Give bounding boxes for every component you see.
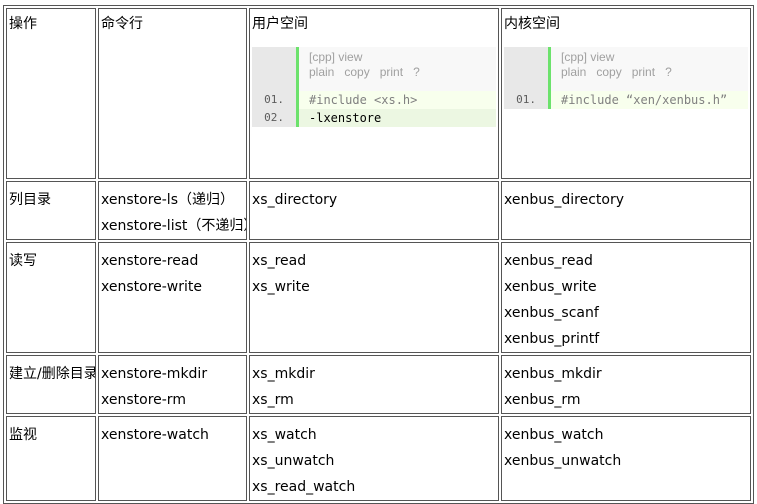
op-cell: 监视 — [6, 416, 96, 501]
op-cell: 读写 — [6, 242, 96, 353]
code-help-link[interactable]: ? — [413, 65, 420, 79]
code-lang-link[interactable]: [cpp] — [309, 50, 335, 64]
api-table: 操作 命令行 用户空间 [cpp] view plain copy print? 0… — [3, 5, 754, 504]
code-block-kernel: [cpp] view plain copy print? 01. #include … — [504, 47, 748, 109]
kernel-cell: xenbus_watch xenbus_unwatch — [501, 416, 751, 501]
code-block-user: [cpp] view plain copy print? 01. #include … — [252, 47, 496, 127]
code-plain-link[interactable]: plain — [309, 65, 334, 79]
code-text: -lxenstore — [299, 109, 496, 127]
code-print-link[interactable]: print — [632, 65, 655, 79]
kernel-cell: xenbus_mkdir xenbus_rm — [501, 355, 751, 414]
table-row: 监视 xenstore-watch xs_watch xs_unwatch xs… — [6, 416, 751, 501]
cli-cell: xenstore-read xenstore-write — [98, 242, 247, 353]
kernel-cell: xenbus_directory — [501, 181, 751, 240]
code-view-link[interactable]: view — [338, 50, 362, 64]
code-line: 01. #include “xen/xenbus.h” — [504, 91, 748, 109]
user-cell: xs_directory — [249, 181, 499, 240]
op-cell: 列目录 — [6, 181, 96, 240]
table-row: 列目录 xenstore-ls（递归） xenstore-list（不递归） x… — [6, 181, 751, 240]
header-kernel-label: 内核空间 — [504, 16, 560, 32]
code-copy-link[interactable]: copy — [344, 65, 369, 79]
op-cell: 建立/删除目录 — [6, 355, 96, 414]
code-help-link[interactable]: ? — [665, 65, 672, 79]
line-number: 01. — [504, 91, 548, 109]
table-row: 读写 xenstore-read xenstore-write xs_read … — [6, 242, 751, 353]
code-line: 02. -lxenstore — [252, 109, 496, 127]
table-row: 建立/删除目录 xenstore-mkdir xenstore-rm xs_mk… — [6, 355, 751, 414]
code-lang-link[interactable]: [cpp] — [561, 50, 587, 64]
header-op: 操作 — [6, 8, 96, 179]
kernel-cell: xenbus_read xenbus_write xenbus_scanf xe… — [501, 242, 751, 353]
code-text: #include <xs.h> — [299, 91, 496, 109]
header-kernel: 内核空间 [cpp] view plain copy print? 01. #inc… — [501, 8, 751, 179]
header-cli: 命令行 — [98, 8, 247, 179]
code-text: #include “xen/xenbus.h” — [551, 91, 748, 109]
code-plain-link[interactable]: plain — [561, 65, 586, 79]
user-cell: xs_watch xs_unwatch xs_read_watch — [249, 416, 499, 501]
cli-cell: xenstore-ls（递归） xenstore-list（不递归） — [98, 181, 247, 240]
code-copy-link[interactable]: copy — [596, 65, 621, 79]
header-user-label: 用户空间 — [252, 16, 308, 32]
code-toolbar: [cpp] view plain copy print? — [504, 47, 748, 87]
code-toolbar: [cpp] view plain copy print? — [252, 47, 496, 87]
user-cell: xs_read xs_write — [249, 242, 499, 353]
code-line: 01. #include <xs.h> — [252, 91, 496, 109]
cli-cell: xenstore-mkdir xenstore-rm — [98, 355, 247, 414]
header-user: 用户空间 [cpp] view plain copy print? 01. #inc… — [249, 8, 499, 179]
code-view-link[interactable]: view — [590, 50, 614, 64]
line-number: 01. — [252, 91, 296, 109]
user-cell: xs_mkdir xs_rm — [249, 355, 499, 414]
cli-cell: xenstore-watch — [98, 416, 247, 501]
header-row: 操作 命令行 用户空间 [cpp] view plain copy print? 0… — [6, 8, 751, 179]
code-print-link[interactable]: print — [380, 65, 403, 79]
line-number: 02. — [252, 109, 296, 127]
